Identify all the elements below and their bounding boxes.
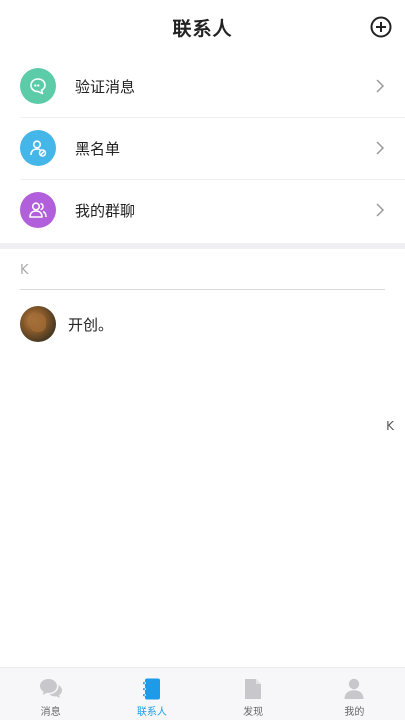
- chevron-right-icon: [376, 203, 385, 217]
- nav-label: 发现: [243, 707, 264, 718]
- page-title: 联系人: [172, 18, 233, 40]
- nav-label: 我的: [344, 707, 365, 718]
- entry-label: 我的群聊: [75, 201, 136, 220]
- nav-label: 联系人: [136, 707, 167, 718]
- contacts-icon: [142, 678, 160, 700]
- messages-icon: [39, 679, 62, 698]
- nav-item-messages[interactable]: 消息: [0, 668, 101, 720]
- section-divider: [0, 243, 405, 249]
- chevron-right-icon: [376, 79, 385, 93]
- nav-item-profile[interactable]: 我的: [304, 668, 405, 720]
- group-letter: K: [20, 263, 29, 278]
- contact-name: 开创。: [68, 315, 114, 334]
- group-chat-icon: [20, 192, 56, 228]
- entry-label: 验证消息: [75, 77, 136, 96]
- discover-icon: [245, 679, 262, 699]
- bottom-nav: 消息 联系人 发现 我的: [0, 667, 405, 720]
- add-circle-icon[interactable]: [370, 16, 392, 38]
- side-index-letter[interactable]: K: [386, 419, 394, 433]
- contact-item[interactable]: 开创。: [20, 305, 113, 343]
- nav-item-contacts[interactable]: 联系人: [101, 668, 202, 720]
- verify-message-icon: [20, 68, 56, 104]
- contacts-screen: 联系人 验证消息 黑名单 我的群聊 K 开创。 K 消息 联系人 发现 我的: [0, 0, 405, 720]
- group-divider: [20, 289, 385, 290]
- blacklist-icon: [20, 130, 56, 166]
- avatar: [20, 306, 56, 342]
- entry-verify-message[interactable]: 验证消息: [0, 55, 405, 117]
- entry-blacklist[interactable]: 黑名单: [0, 117, 405, 179]
- entry-group-chat[interactable]: 我的群聊: [0, 179, 405, 241]
- header: 联系人: [0, 0, 405, 55]
- profile-icon: [344, 678, 364, 699]
- nav-item-discover[interactable]: 发现: [203, 668, 304, 720]
- entry-label: 黑名单: [75, 139, 121, 158]
- entry-list: 验证消息 黑名单 我的群聊: [0, 55, 405, 241]
- chevron-right-icon: [376, 141, 385, 155]
- nav-label: 消息: [40, 707, 61, 718]
